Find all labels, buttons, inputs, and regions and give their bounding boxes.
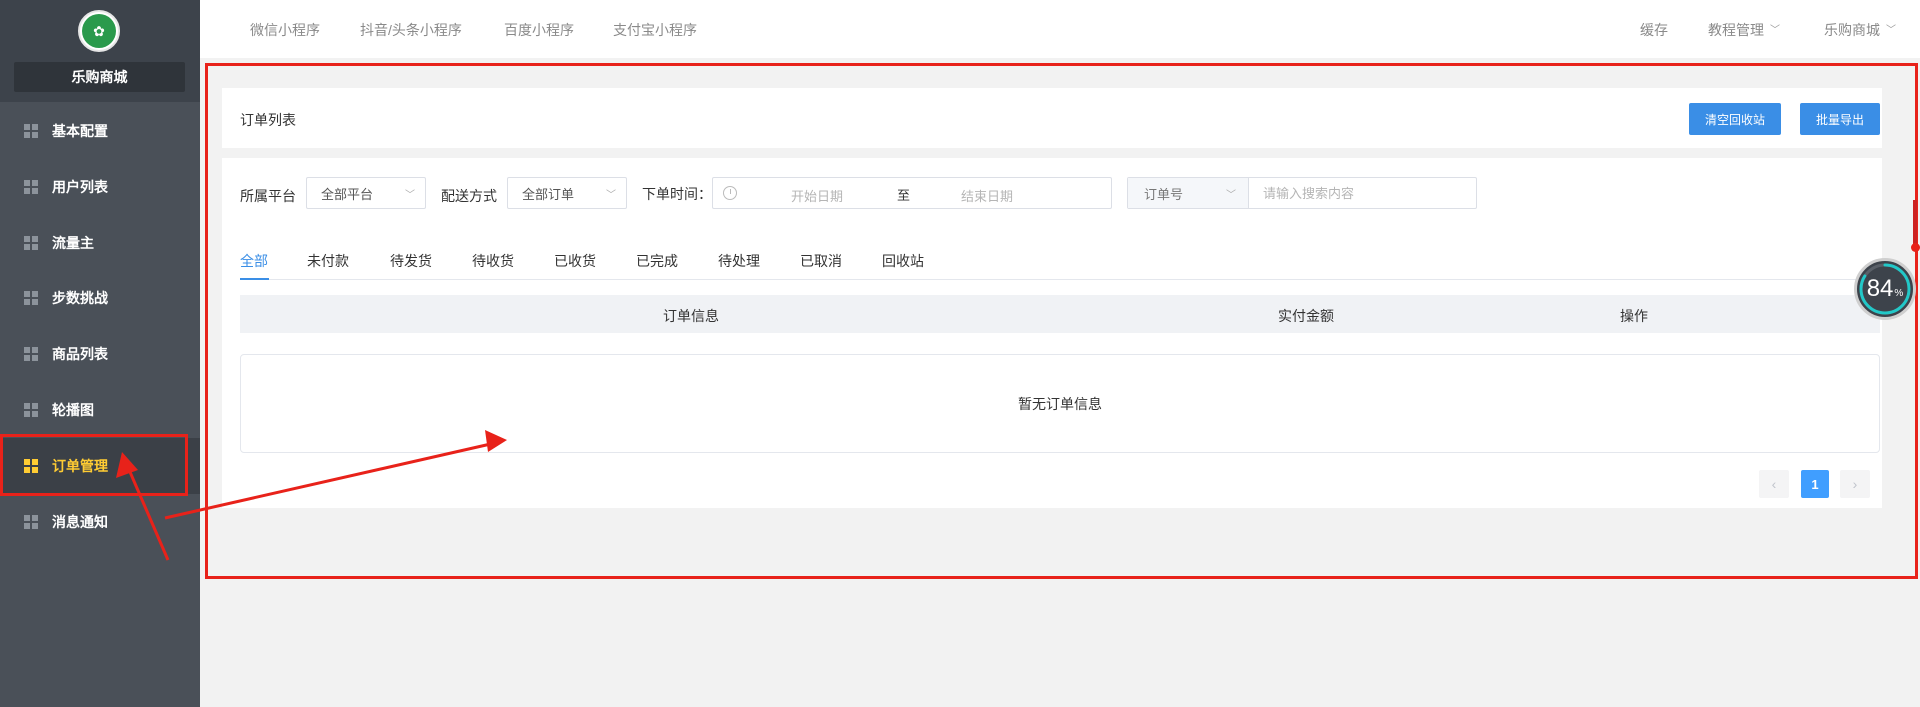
chevron-down-icon: ﹀ <box>1886 25 1896 36</box>
scrollbar-thumb[interactable] <box>1913 200 1917 248</box>
tab-baidu-miniprogram[interactable]: 百度小程序 <box>504 20 574 40</box>
gauge-number: 84 <box>1866 275 1894 302</box>
grid-icon <box>24 291 38 305</box>
sidebar-item-label: 用户列表 <box>52 179 108 195</box>
top-nav: 微信小程序 抖音/头条小程序 百度小程序 支付宝小程序 缓存 教程管理 ﹀ 乐购商… <box>200 0 1920 58</box>
sidebar-item-label: 轮播图 <box>52 402 94 418</box>
tutorial-menu-label: 教程管理 <box>1708 22 1764 38</box>
sidebar-item-label: 消息通知 <box>52 514 108 530</box>
sidebar-item-user-list[interactable]: 用户列表 <box>0 159 200 215</box>
grid-icon <box>24 403 38 417</box>
chevron-down-icon: ﹀ <box>1770 25 1780 36</box>
sidebar-item-label: 步数挑战 <box>52 290 108 306</box>
tab-douyin-miniprogram[interactable]: 抖音/头条小程序 <box>360 20 462 40</box>
grid-icon <box>24 236 38 250</box>
grid-icon <box>24 515 38 529</box>
sidebar-item-label: 商品列表 <box>52 346 108 362</box>
tab-alipay-miniprogram[interactable]: 支付宝小程序 <box>613 20 697 40</box>
performance-gauge[interactable]: 84% <box>1854 258 1916 320</box>
logo-area: ✿ 乐购商城 <box>0 0 200 102</box>
tutorial-menu[interactable]: 教程管理 ﹀ <box>1708 20 1780 40</box>
cache-link[interactable]: 缓存 <box>1640 20 1668 40</box>
sidebar: ✿ 乐购商城 基本配置 用户列表 流量主 步数挑战 商品列表 轮播图 订单管理 … <box>0 0 200 707</box>
gauge-value: 84% <box>1857 261 1913 317</box>
sidebar-item-label: 基本配置 <box>52 123 108 139</box>
gauge-unit: % <box>1894 287 1904 299</box>
sidebar-item-carousel[interactable]: 轮播图 <box>0 382 200 438</box>
annotation-highlight-menu <box>0 434 188 496</box>
logo-icon: ✿ <box>82 14 116 48</box>
grid-icon <box>24 347 38 361</box>
store-menu[interactable]: 乐购商城 ﹀ <box>1824 20 1896 40</box>
store-menu-label: 乐购商城 <box>1824 22 1880 38</box>
sidebar-item-traffic-master[interactable]: 流量主 <box>0 215 200 271</box>
grid-icon <box>24 124 38 138</box>
sidebar-item-step-challenge[interactable]: 步数挑战 <box>0 270 200 326</box>
shop-name: 乐购商城 <box>14 62 185 92</box>
shop-logo: ✿ <box>78 10 120 52</box>
scroll-marker <box>1911 243 1920 252</box>
grid-icon <box>24 180 38 194</box>
sidebar-item-label: 流量主 <box>52 235 94 251</box>
tab-wechat-miniprogram[interactable]: 微信小程序 <box>250 20 320 40</box>
sidebar-item-product-list[interactable]: 商品列表 <box>0 326 200 382</box>
sidebar-item-basic-config[interactable]: 基本配置 <box>0 103 200 159</box>
annotation-highlight-content <box>205 63 1918 579</box>
sidebar-item-message-notice[interactable]: 消息通知 <box>0 494 200 550</box>
